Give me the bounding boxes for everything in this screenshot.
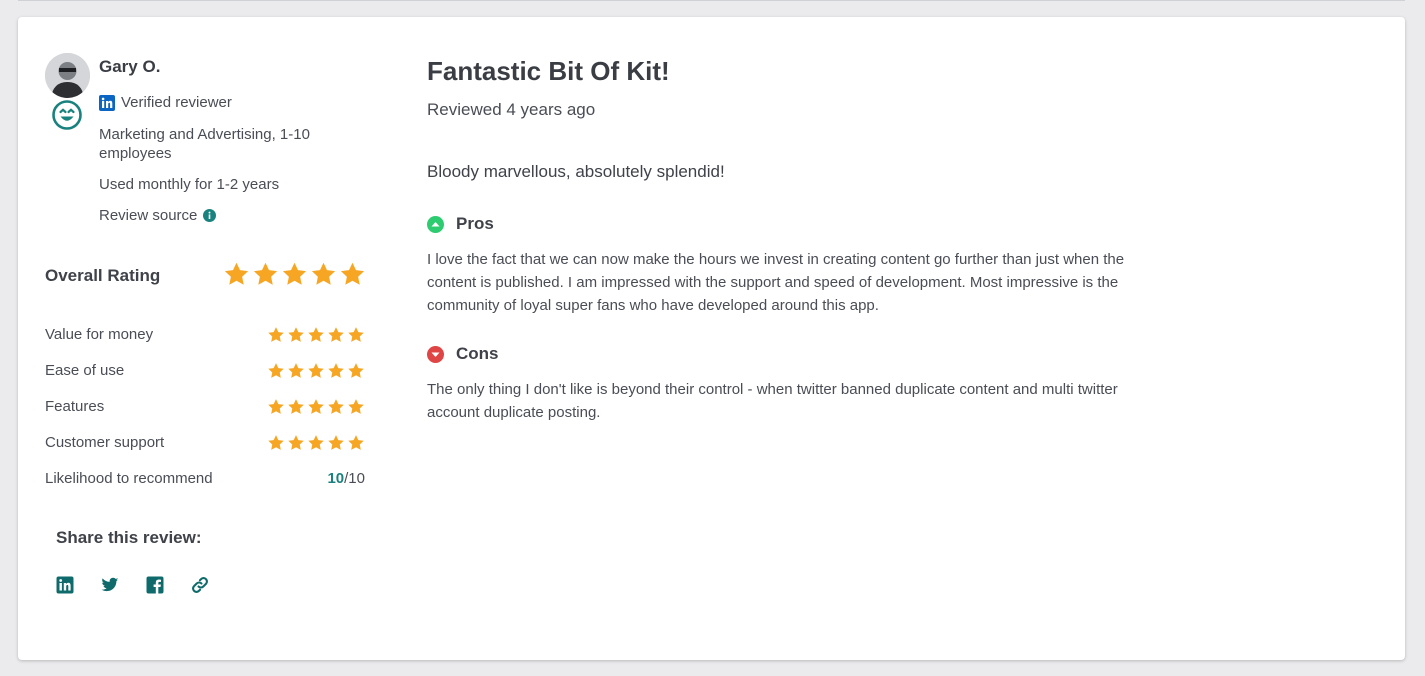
rating-stars (267, 398, 365, 416)
overall-rating-stars (223, 261, 366, 288)
star-icon (348, 363, 364, 378)
pros-heading: Pros (427, 214, 494, 234)
star-icon (348, 327, 364, 342)
rating-row-customer-support: Customer support (45, 434, 365, 454)
star-icon (288, 327, 304, 342)
review-summary: Bloody marvellous, absolutely splendid! (427, 162, 725, 181)
review-title: Fantastic Bit Of Kit! (427, 56, 670, 86)
rating-label: Customer support (45, 434, 165, 451)
star-icon (268, 435, 284, 450)
star-icon (282, 262, 307, 285)
star-icon (288, 399, 304, 414)
review-date: Reviewed 4 years ago (427, 100, 596, 119)
reviewer-avatar (45, 53, 90, 98)
recommend-score-value: 10 (327, 470, 345, 487)
star-icon (308, 363, 324, 378)
rating-stars (267, 434, 365, 452)
rating-stars (267, 326, 365, 344)
star-icon (348, 435, 364, 450)
rating-row-features: Features (45, 398, 365, 418)
star-icon (348, 399, 364, 414)
star-icon (308, 399, 324, 414)
linkedin-icon[interactable] (56, 576, 74, 594)
review-card: Gary O. Verified reviewer Marketing and … (18, 17, 1405, 660)
linkedin-icon (99, 94, 115, 111)
rating-label: Features (45, 398, 105, 415)
cons-text: The only thing I don't like is beyond th… (427, 381, 1118, 421)
rating-row-value-for-money: Value for money (45, 326, 365, 346)
pros-text: I love the fact that we can now make the… (427, 251, 1125, 314)
link-icon[interactable] (191, 576, 209, 594)
rating-row-likelihood-to-recommend: Likelihood to recommend 10/10 (45, 470, 365, 490)
star-icon (288, 435, 304, 450)
star-icon (328, 327, 344, 342)
chevron-down-circle-icon (427, 345, 444, 363)
rating-label: Likelihood to recommend (45, 470, 213, 487)
star-icon (328, 399, 344, 414)
star-icon (268, 399, 284, 414)
review-source[interactable]: Review source (99, 206, 217, 225)
reviewer-usage: Used monthly for 1-2 years (99, 176, 280, 193)
star-icon (268, 363, 284, 378)
star-icon (311, 262, 336, 285)
recommend-score-max: /10 (344, 470, 365, 487)
review-source-label: Review source (99, 207, 198, 224)
star-icon (308, 327, 324, 342)
cons-label: Cons (456, 344, 499, 363)
recommend-score: 10/10 (327, 470, 365, 487)
star-icon (288, 363, 304, 378)
reviewer-company: Marketing and Advertising, 1-10 employee… (99, 126, 310, 162)
pros-label: Pros (456, 214, 494, 233)
top-divider (18, 0, 1405, 1)
verified-reviewer: Verified reviewer (99, 94, 232, 111)
happy-face-icon (52, 100, 82, 130)
twitter-icon[interactable] (101, 576, 119, 594)
star-icon (328, 435, 344, 450)
rating-label: Value for money (45, 326, 154, 343)
share-icons (56, 576, 209, 594)
reviewer-name: Gary O. (99, 57, 161, 76)
share-label: Share this review: (56, 528, 202, 547)
info-icon[interactable] (203, 209, 217, 222)
overall-rating-label: Overall Rating (45, 266, 161, 285)
verified-label: Verified reviewer (121, 94, 232, 111)
rating-stars (267, 362, 365, 380)
cons-heading: Cons (427, 344, 499, 364)
rating-label: Ease of use (45, 362, 125, 379)
chevron-up-circle-icon (427, 215, 444, 233)
rating-row-ease-of-use: Ease of use (45, 362, 365, 382)
star-icon (308, 435, 324, 450)
star-icon (253, 262, 278, 285)
star-icon (328, 363, 344, 378)
facebook-icon[interactable] (146, 576, 164, 594)
star-icon (340, 262, 365, 285)
star-icon (268, 327, 284, 342)
star-icon (224, 262, 249, 285)
